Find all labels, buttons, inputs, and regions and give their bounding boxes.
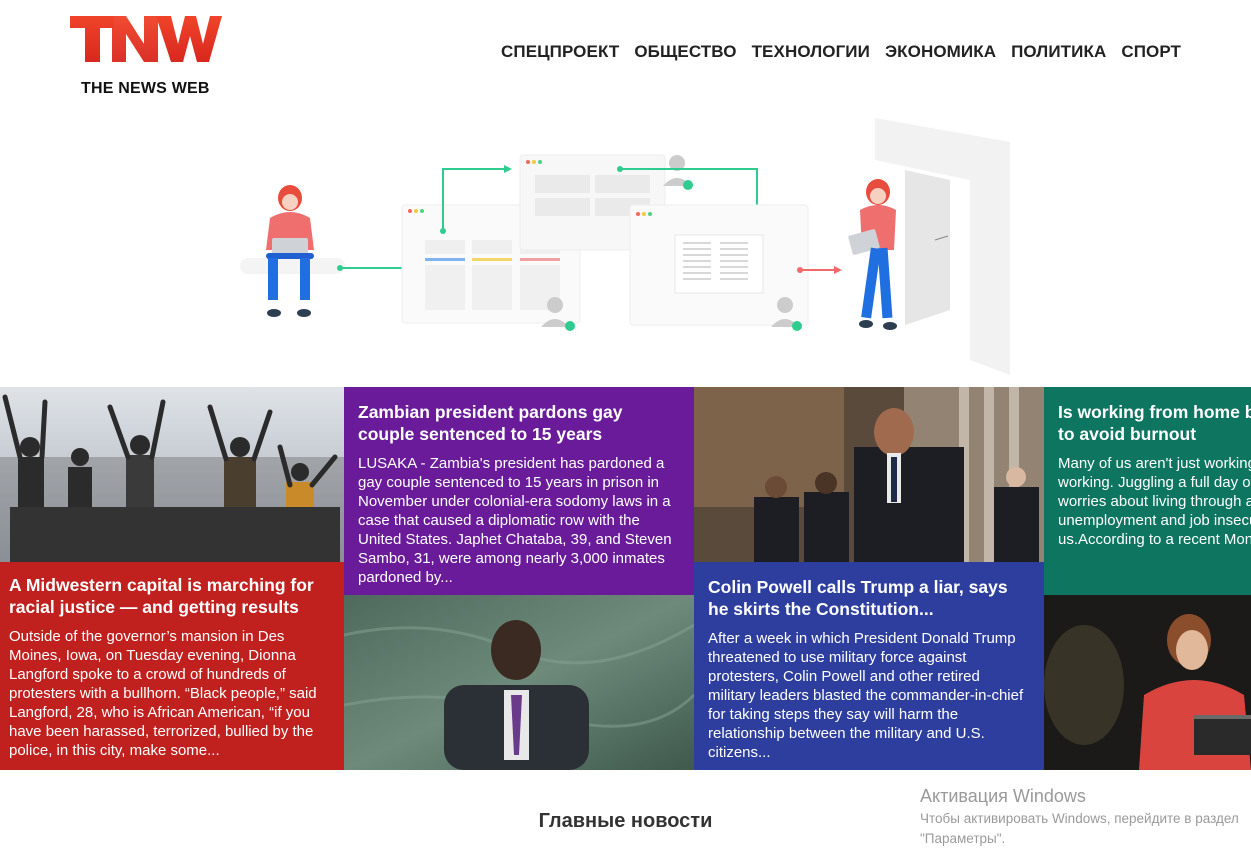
windows-activation-watermark: Активация Windows Чтобы активировать Win…: [920, 786, 1240, 849]
door-illustration: [875, 118, 1010, 375]
nav-item-society[interactable]: ОБЩЕСТВО: [634, 42, 736, 62]
activation-text: Чтобы активировать Windows, перейдите в …: [920, 811, 1239, 846]
logo-subtitle: THE NEWS WEB: [81, 80, 210, 97]
site-logo[interactable]: THE NEWS WEB: [70, 14, 230, 97]
logo-tnw-icon: [70, 16, 222, 62]
article-image-zambia-president[interactable]: [344, 595, 694, 770]
user-avatar-icon: [663, 155, 693, 190]
article-image-protest[interactable]: [0, 387, 344, 562]
hero-illustration: [240, 118, 1010, 375]
article-card-3[interactable]: Colin Powell calls Trump a liar, says he…: [694, 562, 1044, 770]
person-door-illustration: [848, 179, 897, 330]
article-title[interactable]: A Midwestern capital is marching for rac…: [9, 574, 335, 618]
article-title[interactable]: Colin Powell calls Trump a liar, says he…: [708, 576, 1030, 620]
nav-item-politics[interactable]: ПОЛИТИКА: [1011, 42, 1106, 62]
article-image-working-from-home[interactable]: [1044, 595, 1251, 770]
main-nav: СПЕЦПРОЕКТ ОБЩЕСТВО ТЕХНОЛОГИИ ЭКОНОМИКА…: [501, 42, 1181, 62]
article-card-2[interactable]: Zambian president pardons gay couple sen…: [344, 387, 694, 595]
article-excerpt: After a week in which President Donald T…: [708, 630, 1024, 761]
article-excerpt: LUSAKA - Zambia's president has pardoned…: [358, 455, 672, 586]
news-grid: A Midwestern capital is marching for rac…: [0, 387, 1251, 770]
article-excerpt: Outside of the governor’s mansion in Des…: [9, 628, 317, 759]
article-title[interactable]: Is working from home burning you out? Do…: [1058, 401, 1251, 445]
article-image-colin-powell[interactable]: [694, 387, 1044, 562]
article-title[interactable]: Zambian president pardons gay couple sen…: [358, 401, 680, 445]
article-excerpt: Many of us aren't just working from home…: [1058, 455, 1251, 548]
activation-title: Активация Windows: [920, 786, 1086, 806]
article-card-1[interactable]: A Midwestern capital is marching for rac…: [0, 562, 344, 770]
nav-item-economy[interactable]: ЭКОНОМИКА: [885, 42, 996, 62]
site-header: THE NEWS WEB СПЕЦПРОЕКТ ОБЩЕСТВО ТЕХНОЛО…: [0, 0, 1251, 100]
nav-item-technology[interactable]: ТЕХНОЛОГИИ: [752, 42, 870, 62]
article-card-4[interactable]: Is working from home burning you out? Do…: [1044, 387, 1251, 595]
nav-item-sport[interactable]: СПОРТ: [1121, 42, 1181, 62]
nav-item-specproject[interactable]: СПЕЦПРОЕКТ: [501, 42, 619, 62]
person-laptop-illustration: [266, 185, 314, 317]
